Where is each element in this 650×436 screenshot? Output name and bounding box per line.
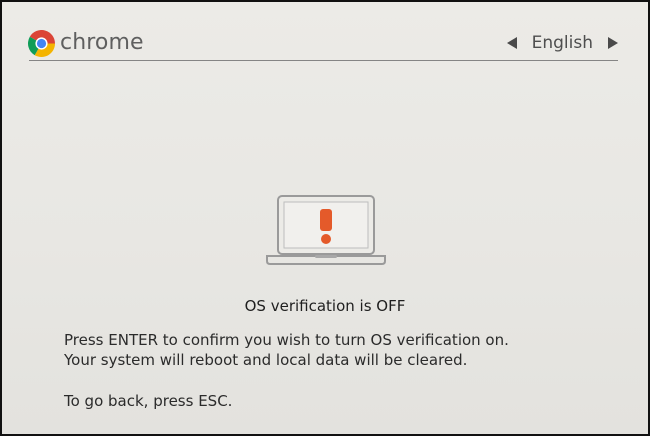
header: chrome English [28, 28, 618, 58]
header-divider [29, 60, 618, 61]
language-selector[interactable]: English [506, 29, 618, 57]
right-triangle-icon[interactable] [608, 37, 618, 49]
instruction-line-3: To go back, press ESC. [64, 392, 233, 410]
laptop-exclamation-icon [266, 195, 386, 265]
instruction-line-1: Press ENTER to confirm you wish to turn … [64, 331, 509, 349]
chrome-brand: chrome [28, 28, 144, 58]
chromeos-recovery-screen: chrome English OS verification is OFF Pr… [2, 2, 648, 434]
left-triangle-icon[interactable] [506, 37, 517, 49]
verification-status: OS verification is OFF [244, 297, 406, 315]
instruction-line-2: Your system will reboot and local data w… [64, 351, 468, 369]
language-label: English [531, 33, 593, 53]
chrome-logo-icon [28, 29, 55, 57]
brand-name: chrome [60, 30, 144, 55]
